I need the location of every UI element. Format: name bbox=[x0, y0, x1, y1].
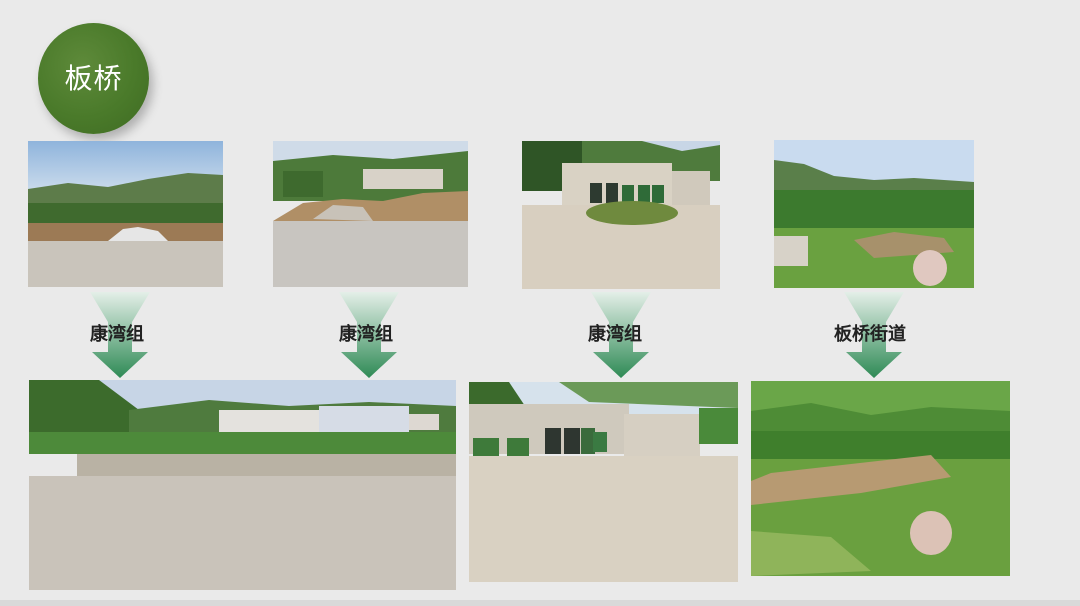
title-badge: 板桥 bbox=[38, 23, 149, 134]
bottom-divider bbox=[0, 600, 1080, 606]
slide: 板桥 康湾组 康湾组 康湾组 板桥街道 bbox=[0, 0, 1080, 606]
group-label-2: 康湾组 bbox=[339, 324, 393, 345]
before-photo-1 bbox=[28, 141, 223, 287]
before-photo-4 bbox=[774, 140, 974, 288]
after-photo-2 bbox=[469, 382, 738, 582]
after-photo-3 bbox=[751, 381, 1010, 576]
before-photo-3 bbox=[522, 141, 720, 289]
group-label-4: 板桥街道 bbox=[834, 324, 906, 345]
before-photo-2 bbox=[273, 141, 468, 287]
group-label-3: 康湾组 bbox=[588, 324, 642, 345]
after-photo-1 bbox=[29, 380, 456, 590]
group-label-1: 康湾组 bbox=[90, 324, 144, 345]
